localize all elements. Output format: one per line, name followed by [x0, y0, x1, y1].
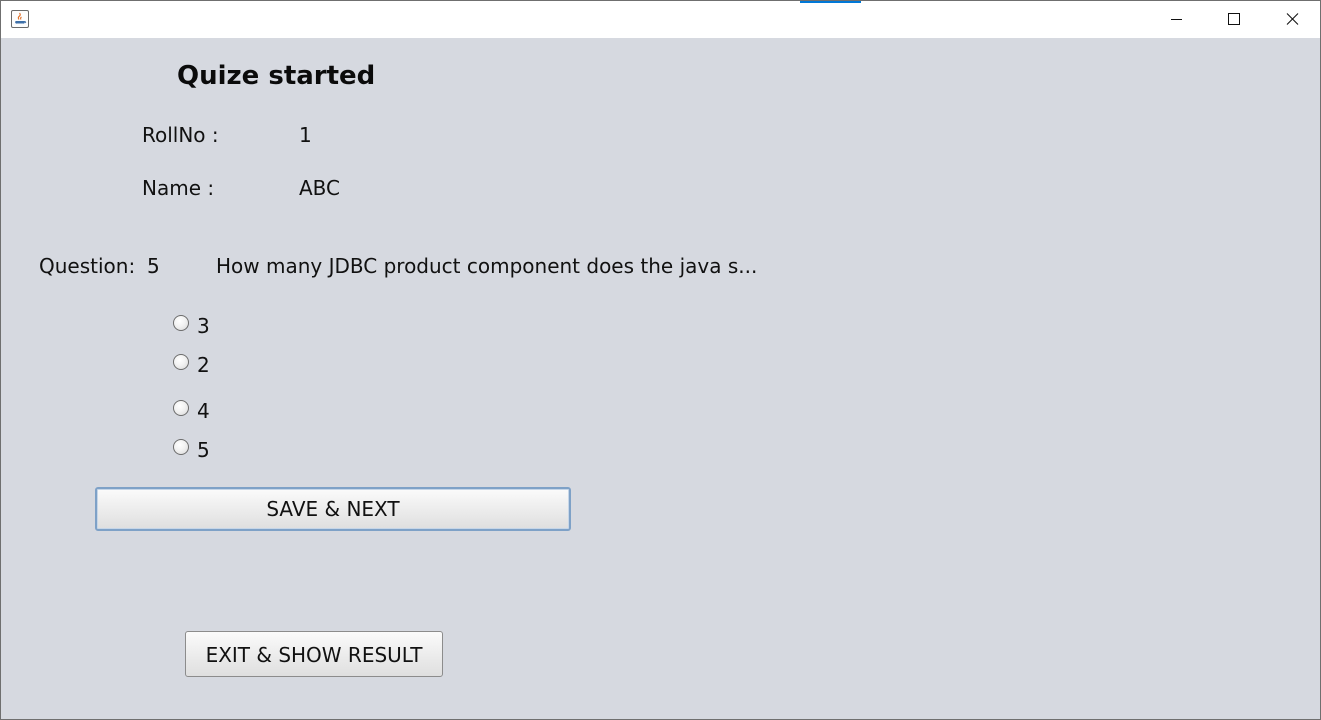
app-window: Quize started RollNo : 1 Name : ABC Ques… [0, 0, 1321, 720]
java-icon[interactable] [11, 10, 29, 28]
radio-button-icon[interactable] [173, 354, 189, 370]
option-label: 4 [197, 399, 210, 423]
radio-button-icon[interactable] [173, 315, 189, 331]
maximize-button[interactable] [1205, 1, 1263, 38]
rollno-value: 1 [299, 123, 312, 147]
option-radio-4[interactable]: 5 [173, 436, 210, 462]
option-label: 5 [197, 438, 210, 462]
option-radio-3[interactable]: 4 [173, 397, 210, 423]
question-text: How many JDBC product component does the… [216, 254, 758, 278]
minimize-button[interactable] [1147, 1, 1205, 38]
quiz-panel: Quize started RollNo : 1 Name : ABC Ques… [1, 38, 1320, 719]
close-icon [1286, 13, 1299, 25]
title-bar[interactable] [1, 1, 1320, 38]
option-label: 3 [197, 314, 210, 338]
question-number: 5 [147, 254, 160, 278]
taskbar-accent [800, 1, 861, 3]
rollno-label: RollNo : [142, 123, 219, 147]
minimize-icon [1171, 19, 1182, 20]
radio-button-icon[interactable] [173, 439, 189, 455]
page-title: Quize started [177, 61, 376, 91]
save-next-button[interactable]: SAVE & NEXT [95, 487, 571, 531]
name-label: Name : [142, 176, 215, 200]
radio-button-icon[interactable] [173, 400, 189, 416]
name-value: ABC [299, 176, 341, 200]
option-radio-1[interactable]: 3 [173, 312, 210, 338]
option-radio-2[interactable]: 2 [173, 351, 210, 377]
option-label: 2 [197, 353, 210, 377]
exit-show-result-button[interactable]: EXIT & SHOW RESULT [185, 631, 443, 677]
close-button[interactable] [1263, 1, 1321, 38]
maximize-icon [1228, 13, 1240, 25]
question-label: Question: [39, 254, 136, 278]
